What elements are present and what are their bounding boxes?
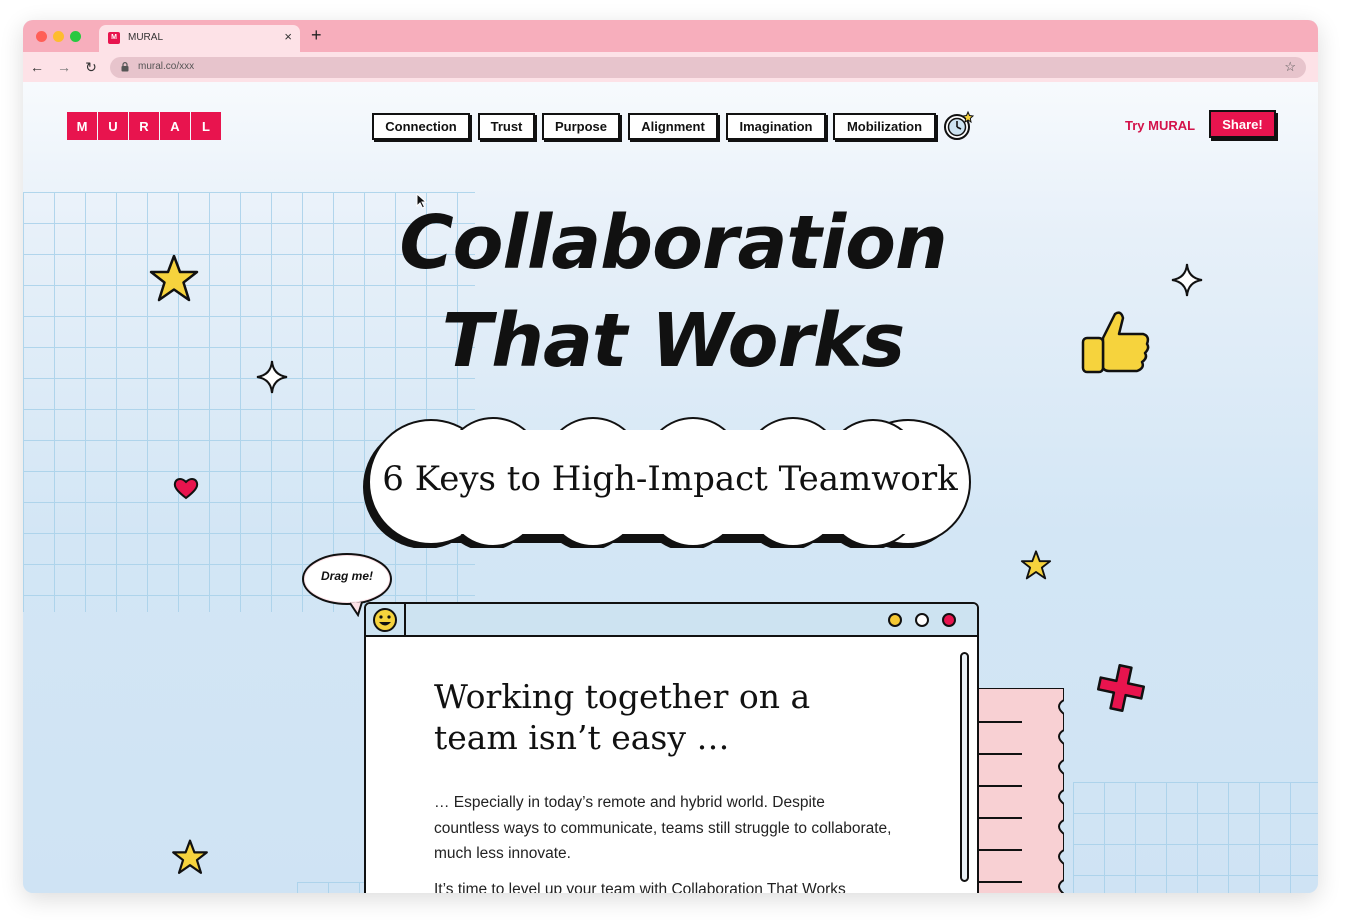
content-window: Working together on a team isn’t easy … … xyxy=(364,602,979,893)
maximize-dot[interactable] xyxy=(915,613,929,627)
smiley-icon-box xyxy=(366,604,406,635)
nav-imagination[interactable]: Imagination xyxy=(726,113,826,140)
browser-tab[interactable]: M MURAL × xyxy=(99,25,300,52)
close-dot[interactable] xyxy=(942,613,956,627)
nav-mobilization[interactable]: Mobilization xyxy=(833,113,936,140)
browser-toolbar: ← → ↻ mural.co/xxx ☆ xyxy=(23,52,1318,82)
nav-purpose[interactable]: Purpose xyxy=(542,113,620,140)
try-mural-link[interactable]: Try MURAL xyxy=(1125,118,1195,133)
tab-title: MURAL xyxy=(128,32,164,43)
browser-titlebar: M MURAL × + xyxy=(23,20,1318,52)
logo-letter: L xyxy=(191,112,221,140)
bookmark-star-icon[interactable]: ☆ xyxy=(1284,59,1296,75)
nav-trust[interactable]: Trust xyxy=(478,113,535,140)
plus-icon xyxy=(1096,663,1146,713)
thumbs-up-icon xyxy=(1081,311,1150,374)
logo-letter: R xyxy=(129,112,159,140)
sparkle-icon xyxy=(1171,263,1203,297)
content-paragraph: … Especially in today’s remote and hybri… xyxy=(434,794,892,862)
cloud-subtitle: 6 Keys to High-Impact Teamwork xyxy=(382,459,958,499)
star-icon xyxy=(1020,550,1052,580)
logo-letter: M xyxy=(67,112,97,140)
mural-logo[interactable]: M U R A L xyxy=(67,112,221,140)
minimize-dot[interactable] xyxy=(888,613,902,627)
logo-letter: U xyxy=(98,112,128,140)
minimize-window-button[interactable] xyxy=(53,31,64,42)
maximize-window-button[interactable] xyxy=(70,31,81,42)
content-body: … Especially in today’s remote and hybri… xyxy=(434,790,894,893)
content-window-bar xyxy=(366,604,977,637)
browser-window: M MURAL × + ← → ↻ mural.co/xxx ☆ M U R A xyxy=(23,20,1318,893)
smiley-icon xyxy=(373,608,397,632)
grid-background-right xyxy=(1073,782,1318,893)
hero-title-line1: Collaboration xyxy=(399,200,947,286)
content-heading: Working together on a team isn’t easy … xyxy=(434,677,811,757)
reload-icon[interactable]: ↻ xyxy=(81,57,101,77)
heart-icon xyxy=(173,478,199,500)
page-content: M U R A L Connection Trust Purpose Align… xyxy=(23,82,1318,893)
lock-icon xyxy=(121,62,129,72)
drag-me-label[interactable]: Drag me! xyxy=(309,569,385,583)
share-button[interactable]: Share! xyxy=(1209,110,1276,138)
sparkle-icon xyxy=(256,360,288,394)
ruler-decoration xyxy=(978,688,1064,893)
url-text: mural.co/xxx xyxy=(138,61,195,72)
logo-letter: A xyxy=(160,112,190,140)
new-tab-button[interactable]: + xyxy=(311,25,322,46)
star-icon xyxy=(149,254,199,302)
star-icon xyxy=(172,839,208,874)
hero-title-line2: That Works xyxy=(441,298,905,384)
timer-icon[interactable] xyxy=(943,110,975,142)
tab-close-icon[interactable]: × xyxy=(284,29,292,44)
grid-background-bottom xyxy=(297,882,367,893)
content-scrollbar[interactable] xyxy=(960,652,969,882)
address-bar[interactable]: mural.co/xxx ☆ xyxy=(110,57,1306,78)
back-arrow-icon[interactable]: ← xyxy=(27,57,47,77)
content-paragraph-2: It’s time to level up your team with Col… xyxy=(434,880,846,894)
favicon-icon: M xyxy=(108,32,120,44)
forward-arrow-icon[interactable]: → xyxy=(54,57,74,77)
close-window-button[interactable] xyxy=(36,31,47,42)
nav-connection[interactable]: Connection xyxy=(372,113,470,140)
nav-alignment[interactable]: Alignment xyxy=(628,113,718,140)
